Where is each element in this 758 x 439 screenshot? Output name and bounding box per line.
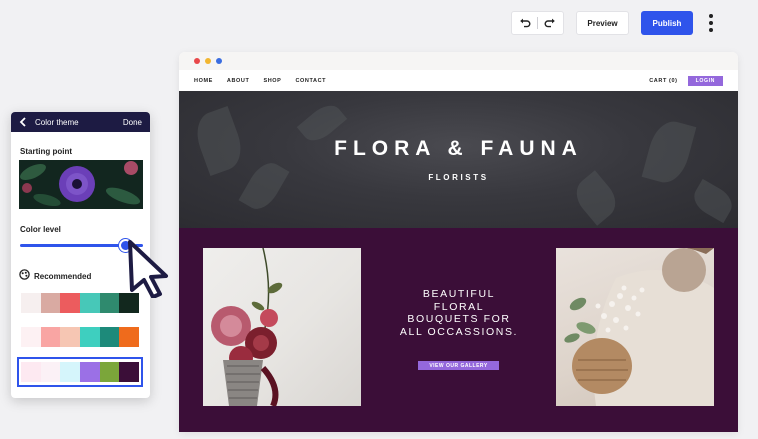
flower-bouquet-photo: [203, 248, 361, 406]
tagline: BEAUTIFUL FLORAL BOUQUETS FOR ALL OCCASS…: [379, 288, 539, 338]
window-dot-red: [194, 58, 200, 64]
starting-point-image[interactable]: [19, 160, 143, 209]
recommended-header: Recommended: [19, 267, 91, 285]
window-dot-blue: [216, 58, 222, 64]
palette-option-1[interactable]: [21, 293, 140, 313]
palette-icon: [19, 267, 30, 285]
site-preview-window: HOME ABOUT SHOP CONTACT CART (0) LOGIN F…: [179, 52, 738, 432]
hero-subtitle: FLORISTS: [428, 173, 489, 182]
nav-contact[interactable]: CONTACT: [295, 78, 326, 84]
recommended-label: Recommended: [34, 271, 92, 281]
woman-with-flowers-photo: [556, 248, 714, 406]
tagline-line-2: FLORAL: [433, 300, 485, 313]
hero-title: FLORA & FAUNA: [334, 137, 583, 160]
leaf-decoration: [238, 156, 290, 216]
undo-redo-group: [511, 11, 564, 35]
palette-option-3[interactable]: [21, 362, 140, 382]
color-level-slider-track[interactable]: [20, 244, 133, 247]
color-level-label: Color level: [20, 225, 61, 234]
done-button[interactable]: Done: [123, 118, 142, 127]
window-chrome: [179, 52, 738, 70]
cart-link[interactable]: CART (0): [649, 78, 677, 84]
panel-header: Color theme Done: [11, 112, 150, 132]
panel-title: Color theme: [35, 117, 79, 127]
window-dot-yellow: [205, 58, 211, 64]
more-vertical-icon[interactable]: [706, 12, 716, 34]
redo-icon[interactable]: [544, 17, 556, 29]
back-arrow-icon[interactable]: [19, 117, 27, 127]
view-gallery-button[interactable]: VIEW OUR GALLERY: [418, 361, 499, 370]
tagline-line-1: BEAUTIFUL: [422, 288, 496, 300]
leaf-decoration: [688, 178, 738, 224]
login-button[interactable]: LOGIN: [687, 75, 723, 86]
hero-banner: FLORA & FAUNA FLORISTS: [179, 91, 738, 228]
mouse-cursor-icon: [126, 238, 174, 303]
content-section: BEAUTIFUL FLORAL BOUQUETS FOR ALL OCCASS…: [179, 228, 738, 432]
toolbar-divider: [537, 17, 538, 29]
tagline-line-4: ALL OCCASSIONS.: [399, 325, 519, 338]
nav-home[interactable]: HOME: [194, 78, 213, 84]
undo-icon[interactable]: [519, 17, 531, 29]
nav-about[interactable]: ABOUT: [227, 78, 250, 84]
site-navbar: HOME ABOUT SHOP CONTACT CART (0) LOGIN: [179, 70, 738, 91]
palette-option-2[interactable]: [21, 327, 140, 347]
starting-point-label: Starting point: [20, 147, 72, 156]
publish-button[interactable]: Publish: [641, 11, 693, 35]
nav-shop[interactable]: SHOP: [263, 78, 281, 84]
preview-button[interactable]: Preview: [576, 11, 629, 35]
tagline-line-3: BOUQUETS FOR: [407, 313, 511, 325]
